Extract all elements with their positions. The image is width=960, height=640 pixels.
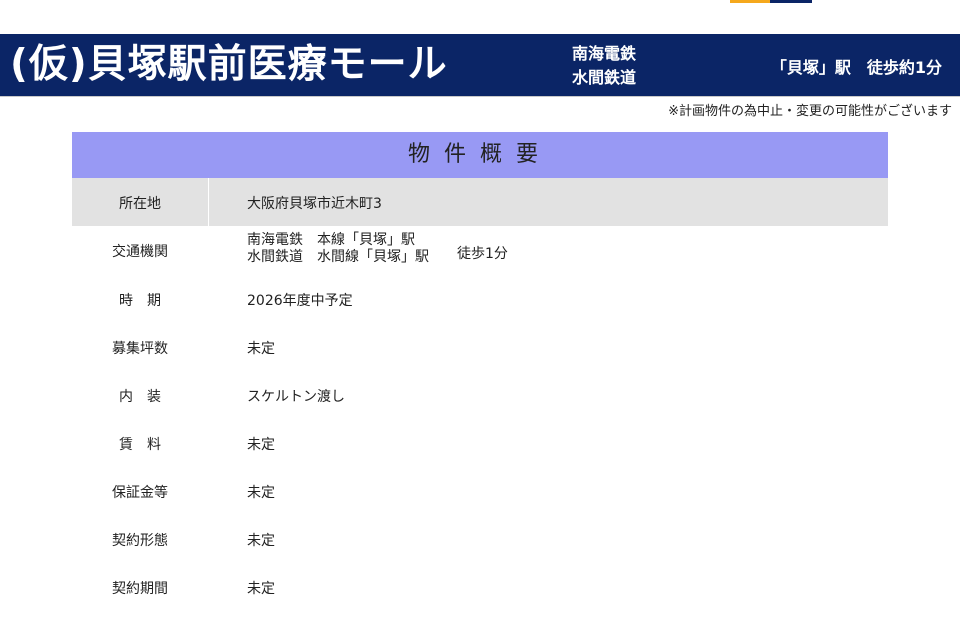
row-value: 未定 (247, 533, 275, 549)
row-value: 未定 (247, 437, 275, 453)
railway-lines: 南海電鉄 水間鉄道 (572, 42, 636, 90)
walk-time: 徒歩約1分 (866, 58, 942, 77)
column-divider (208, 178, 209, 226)
row-value: 2026年度中予定 (247, 293, 353, 309)
transit-line-1: 南海電鉄 本線「貝塚」駅 (247, 232, 415, 248)
station-access: 「貝塚」駅 徒歩約1分 (771, 54, 942, 78)
table-row: 募集坪数 未定 (72, 323, 888, 371)
row-label: 所在地 (119, 196, 161, 212)
page-title: (仮)貝塚駅前医療モール (10, 42, 448, 87)
overview-title: 物件概要 (72, 132, 888, 178)
table-row: 保証金等 未定 (72, 467, 888, 515)
header-banner: (仮)貝塚駅前医療モール 南海電鉄 水間鉄道 「貝塚」駅 徒歩約1分 (0, 34, 960, 97)
table-row: 交通機関 南海電鉄 本線「貝塚」駅 水間鉄道 水間線「貝塚」駅 徒歩1分 (72, 226, 888, 275)
table-row: 時 期 2026年度中予定 (72, 275, 888, 323)
row-value: 未定 (247, 341, 275, 357)
table-row: 賃 料 未定 (72, 419, 888, 467)
row-label: 交通機関 (112, 244, 168, 260)
row-value: 未定 (247, 485, 275, 501)
row-label: 内 装 (119, 389, 161, 405)
walk-time-value: 徒歩1分 (457, 246, 508, 262)
railway-line-nankai: 南海電鉄 (572, 44, 637, 63)
transit-line-2: 水間鉄道 水間線「貝塚」駅 (247, 249, 429, 265)
railway-line-mizuma: 水間鉄道 (572, 68, 637, 87)
row-value: 未定 (247, 581, 275, 597)
row-label: 保証金等 (112, 485, 168, 501)
row-label: 契約期間 (112, 581, 168, 597)
row-value: スケルトン渡し (247, 389, 345, 405)
table-row: 契約形態 未定 (72, 515, 888, 563)
row-value: 大阪府貝塚市近木町3 (247, 196, 382, 212)
plan-notice: ※計画物件の為中止・変更の可能性がございます (668, 104, 952, 119)
table-row: 所在地 大阪府貝塚市近木町3 (72, 178, 888, 226)
accent-orange (730, 0, 770, 3)
top-accent-bar (730, 0, 812, 3)
accent-navy (770, 0, 812, 3)
table-row: 内 装 スケルトン渡し (72, 371, 888, 419)
station-name: 「貝塚」駅 (770, 58, 851, 77)
row-value: 南海電鉄 本線「貝塚」駅 水間鉄道 水間線「貝塚」駅 (247, 232, 429, 266)
overview-table: 物件概要 所在地 大阪府貝塚市近木町3 交通機関 南海電鉄 本線「貝塚」駅 水間… (72, 132, 888, 611)
row-label: 賃 料 (119, 437, 161, 453)
row-label: 募集坪数 (112, 341, 168, 357)
row-label: 契約形態 (112, 533, 168, 549)
table-row: 契約期間 未定 (72, 563, 888, 611)
row-label: 時 期 (119, 293, 161, 309)
